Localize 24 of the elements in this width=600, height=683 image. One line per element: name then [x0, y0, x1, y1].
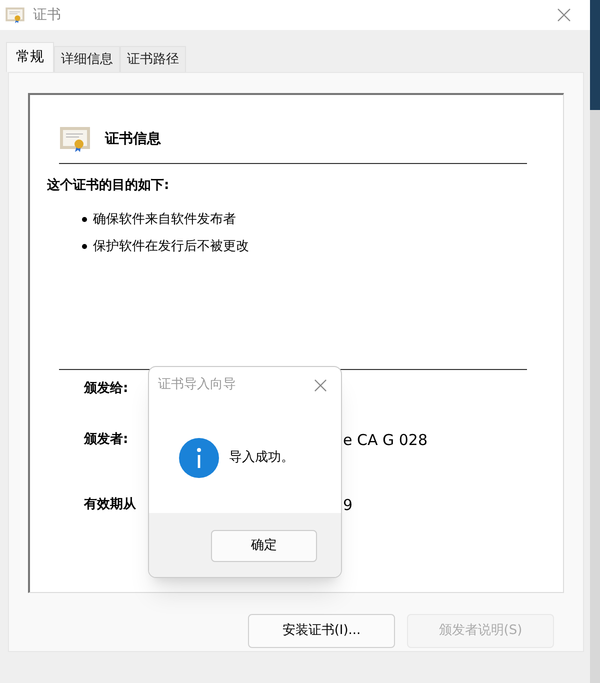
- window-title: 证书: [33, 6, 61, 24]
- field-label: 颁发者:: [84, 431, 128, 450]
- ok-button[interactable]: 确定: [211, 530, 317, 562]
- section-heading: 证书信息: [105, 130, 161, 148]
- field-label: 颁发给:: [84, 380, 128, 398]
- tab[interactable]: 详细信息: [54, 46, 120, 72]
- field-value: 9: [343, 494, 354, 516]
- close-icon[interactable]: [314, 378, 327, 392]
- purpose-item: 保护软件在发行后不被更改: [93, 238, 249, 256]
- close-icon[interactable]: [557, 8, 571, 22]
- field-label: 有效期从: [84, 496, 136, 514]
- info-icon: [179, 438, 219, 478]
- tab[interactable]: 常规: [6, 42, 54, 72]
- tab[interactable]: 证书路径: [120, 46, 186, 72]
- purpose-item: 确保软件来自软件发布者: [93, 210, 236, 228]
- purpose-heading: 这个证书的目的如下:: [47, 176, 170, 195]
- dialog-title: 证书导入向导: [158, 376, 236, 394]
- certificate-icon: [5, 6, 25, 24]
- dialog-message: 导入成功。: [229, 449, 294, 468]
- bullet-icon: [82, 216, 87, 222]
- certificate-icon: [59, 125, 91, 153]
- dialog-button[interactable]: 安装证书(I)...: [248, 614, 395, 648]
- field-value: e CA G 028: [343, 430, 429, 451]
- bullet-icon: [82, 244, 87, 250]
